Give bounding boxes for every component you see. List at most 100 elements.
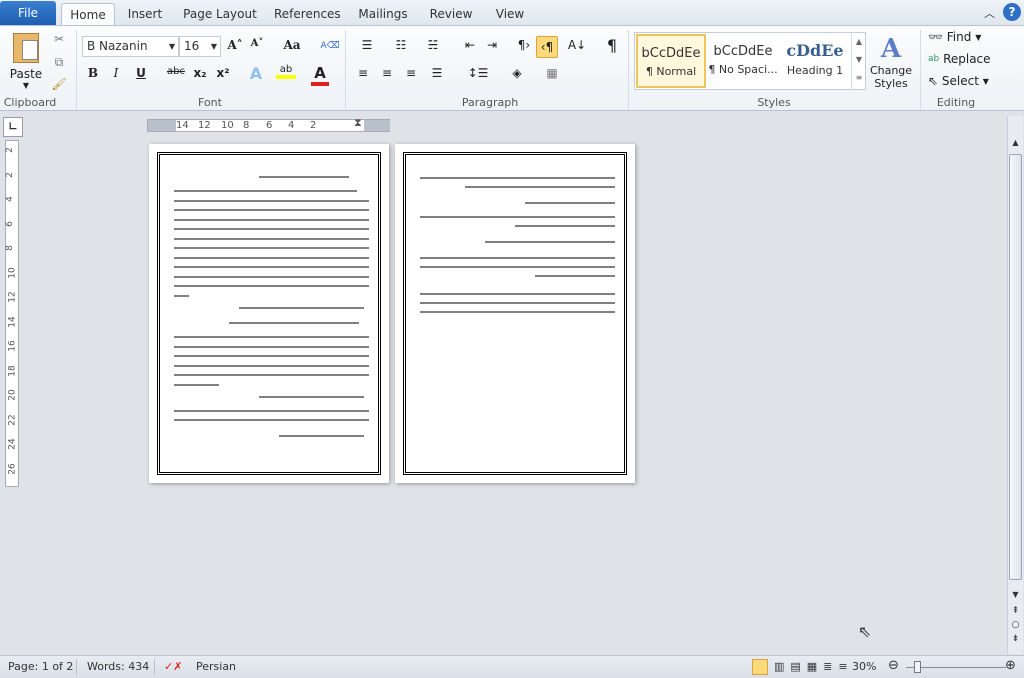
borders-icon[interactable]: ▦ (540, 66, 564, 80)
page-count[interactable]: Page: 1 of 2 (8, 660, 73, 673)
bold-button[interactable]: B (85, 66, 101, 80)
vertical-scrollbar[interactable]: ▲ ▼ ⇞ ○ ⇟ (1007, 116, 1023, 654)
text-line (420, 311, 615, 313)
text-effects-icon[interactable]: A (246, 64, 266, 83)
show-hide-button[interactable]: ¶ (602, 36, 622, 55)
text-line (535, 275, 615, 277)
align-left-icon[interactable]: ≡ (354, 66, 372, 80)
align-center-icon[interactable]: ≡ (378, 66, 396, 80)
shading-icon[interactable]: ◈ (505, 66, 529, 80)
line-spacing-icon[interactable]: ↕☰ (466, 66, 490, 80)
align-right-icon[interactable]: ≡ (402, 66, 420, 80)
ruler-tick-label: 8 (243, 120, 250, 131)
replace-button[interactable]: ab Replace (928, 52, 991, 66)
text-line (174, 345, 369, 348)
zoom-out-icon[interactable]: ⊖ (888, 658, 899, 673)
ltr-icon[interactable]: ¶› (514, 38, 534, 52)
copy-icon[interactable]: ⧉ (50, 53, 68, 71)
clear-formatting-icon[interactable]: A⌫ (320, 36, 340, 56)
scroll-down-icon[interactable]: ▼ (1008, 590, 1023, 599)
strikethrough-button[interactable]: abc (165, 66, 187, 77)
tab-page-layout[interactable]: Page Layout (183, 3, 257, 26)
word-count[interactable]: Words: 434 (87, 660, 149, 673)
text-line (485, 241, 615, 243)
ruler-tick-label: 14 (176, 120, 189, 131)
zoom-in-icon[interactable]: ⊕ (1005, 658, 1016, 673)
style-name: ¶ Normal (645, 65, 697, 78)
help-icon[interactable]: ? (1003, 3, 1021, 21)
text-line (174, 266, 369, 268)
page-2[interactable] (395, 144, 635, 483)
change-styles-icon: A (880, 34, 902, 64)
find-button[interactable]: 👓 Find ▼ (928, 30, 981, 44)
text-line (420, 177, 615, 179)
format-painter-icon[interactable]: 🖌 (50, 75, 68, 93)
tab-home[interactable]: Home (61, 3, 115, 26)
change-case-button[interactable]: Aa (280, 38, 304, 52)
vertical-ruler[interactable]: 2 2 4 6 8 10 12 14 16 18 20 22 24 26 (5, 140, 19, 487)
numbering-icon[interactable]: ☷ (388, 38, 414, 52)
minimize-ribbon-icon[interactable]: ︿ (984, 5, 995, 21)
style-no-spacing[interactable]: bCcDdEe ¶ No Spaci... (708, 34, 778, 88)
font-name-combo[interactable]: B Nazanin ▼ (82, 36, 179, 57)
font-size-combo[interactable]: 16 ▼ (179, 36, 221, 57)
tab-review[interactable]: Review (428, 3, 474, 26)
tab-selector-button[interactable]: ∟ (3, 117, 23, 137)
view-mode-icons[interactable]: ▥▤▦≣≡ (774, 660, 854, 673)
scroll-up-icon[interactable]: ▲ (1008, 138, 1023, 147)
text-line (174, 218, 369, 221)
browse-object-icons[interactable]: ⇞ ○ ⇟ (1008, 604, 1023, 646)
decrease-indent-icon[interactable]: ⇤ (460, 38, 480, 52)
ruler-margin (364, 120, 390, 131)
tab-view[interactable]: View (492, 3, 528, 26)
text-line (515, 225, 615, 227)
text-line (174, 355, 369, 357)
text-line (229, 322, 359, 324)
language-indicator[interactable]: Persian (196, 660, 236, 673)
text-line (174, 209, 369, 211)
print-layout-view-icon[interactable] (752, 659, 768, 675)
sort-icon[interactable]: A↓ (566, 38, 588, 52)
style-heading-1[interactable]: cDdEe Heading 1 (780, 34, 850, 88)
editing-group-label: Editing (936, 96, 976, 109)
horizontal-ruler[interactable]: 1814121086422⧗ (147, 116, 390, 132)
cut-icon[interactable]: ✂ (50, 30, 68, 48)
tab-mailings[interactable]: Mailings (358, 3, 408, 26)
tab-file[interactable]: File (0, 1, 56, 25)
multilevel-list-icon[interactable]: ☵ (420, 38, 446, 52)
grow-font-button[interactable]: A˄ (226, 38, 244, 52)
tab-insert[interactable]: Insert (125, 3, 165, 26)
shrink-font-button[interactable]: A˅ (248, 38, 266, 49)
justify-icon[interactable]: ☰ (426, 66, 448, 80)
highlight-icon[interactable]: ab (276, 64, 296, 79)
style-normal[interactable]: bCcDdEe ¶ Normal (636, 34, 706, 88)
text-line (174, 247, 369, 249)
bullets-icon[interactable]: ☰ (354, 38, 380, 52)
zoom-level[interactable]: 30% (852, 660, 876, 673)
font-color-icon[interactable]: A (311, 64, 329, 86)
scroll-thumb[interactable] (1009, 154, 1022, 580)
underline-button[interactable]: U (133, 66, 149, 80)
text-line (279, 435, 364, 437)
select-button[interactable]: ⇖ Select ▼ (928, 74, 989, 88)
font-group-label: Font (198, 96, 222, 109)
italic-button[interactable]: I (108, 66, 124, 80)
ruler-tick-label: 4 (288, 120, 295, 131)
change-styles-button[interactable]: A Change Styles (868, 30, 914, 94)
increase-indent-icon[interactable]: ⇥ (482, 38, 502, 52)
page-1[interactable] (149, 144, 389, 483)
styles-scroll[interactable]: ▲ ▼ ≡ (851, 33, 866, 89)
proofing-icon[interactable]: ✓✗ (164, 660, 182, 673)
text-line (174, 336, 369, 338)
zoom-slider-thumb[interactable] (914, 661, 921, 673)
clipboard-icon (13, 32, 39, 63)
zoom-slider[interactable] (906, 667, 1006, 668)
indent-marker[interactable]: ⧗ (354, 116, 362, 130)
ruler-margin (148, 120, 176, 131)
subscript-button[interactable]: x₂ (191, 66, 209, 80)
tab-references[interactable]: References (274, 3, 341, 26)
rtl-button[interactable]: ‹¶ (536, 36, 558, 58)
ruler-tick-label: 4 (4, 196, 15, 202)
superscript-button[interactable]: x² (214, 66, 232, 80)
paste-button[interactable]: Paste ▼ (8, 30, 44, 92)
